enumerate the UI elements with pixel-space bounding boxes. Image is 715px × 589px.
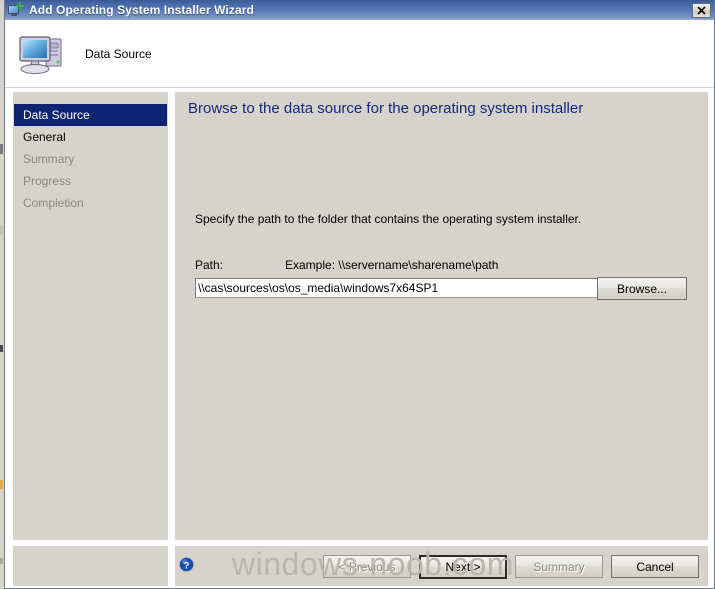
desktop-artifact: [0, 225, 3, 235]
close-icon[interactable]: [692, 2, 711, 18]
wizard-header: Data Source: [5, 20, 714, 88]
desktop-artifact: [0, 345, 3, 352]
main-content-panel: Browse to the data source for the operat…: [175, 92, 708, 540]
sidebar-footer-filler: [13, 546, 168, 586]
path-label: Path:: [195, 258, 224, 272]
sidebar-item-summary: Summary: [23, 152, 75, 166]
sidebar-item-general[interactable]: General: [14, 126, 167, 148]
wizard-nav-buttons: < Previous Next > Summary Cancel: [323, 555, 699, 579]
page-title: Browse to the data source for the operat…: [188, 100, 584, 117]
wizard-body: Data Source General Summary Progress Com…: [5, 88, 714, 588]
computer-icon: [17, 31, 67, 77]
sidebar-item-progress: Progress: [23, 174, 72, 188]
help-question-icon[interactable]: ?: [178, 556, 195, 573]
instruction-text: Specify the path to the folder that cont…: [195, 212, 582, 226]
desktop-artifact: [0, 558, 3, 564]
summary-button: Summary: [515, 555, 603, 578]
previous-button: < Previous: [323, 555, 411, 578]
example-label: Example: \\servername\sharename\path: [285, 258, 499, 272]
sidebar-item-data-source[interactable]: Data Source: [14, 104, 167, 126]
path-input[interactable]: [195, 278, 606, 298]
wizard-window: Add Operating System Installer Wizard Da…: [4, 0, 715, 589]
wizard-step-nav: Data Source General Summary Progress Com…: [13, 92, 168, 540]
window-titlebar[interactable]: Add Operating System Installer Wizard: [5, 0, 714, 20]
desktop-artifact: [0, 480, 3, 489]
browse-button[interactable]: Browse...: [597, 277, 687, 300]
sidebar-item-completion: Completion: [23, 196, 84, 210]
cancel-button[interactable]: Cancel: [611, 555, 699, 578]
window-title: Add Operating System Installer Wizard: [29, 3, 254, 17]
next-button[interactable]: Next >: [419, 555, 507, 579]
desktop-artifact: [0, 144, 3, 154]
wizard-footer: ? < Previous Next > Summary Cancel: [175, 546, 708, 586]
computer-add-icon: [8, 2, 24, 18]
header-title: Data Source: [85, 46, 152, 61]
svg-text:?: ?: [184, 560, 190, 571]
